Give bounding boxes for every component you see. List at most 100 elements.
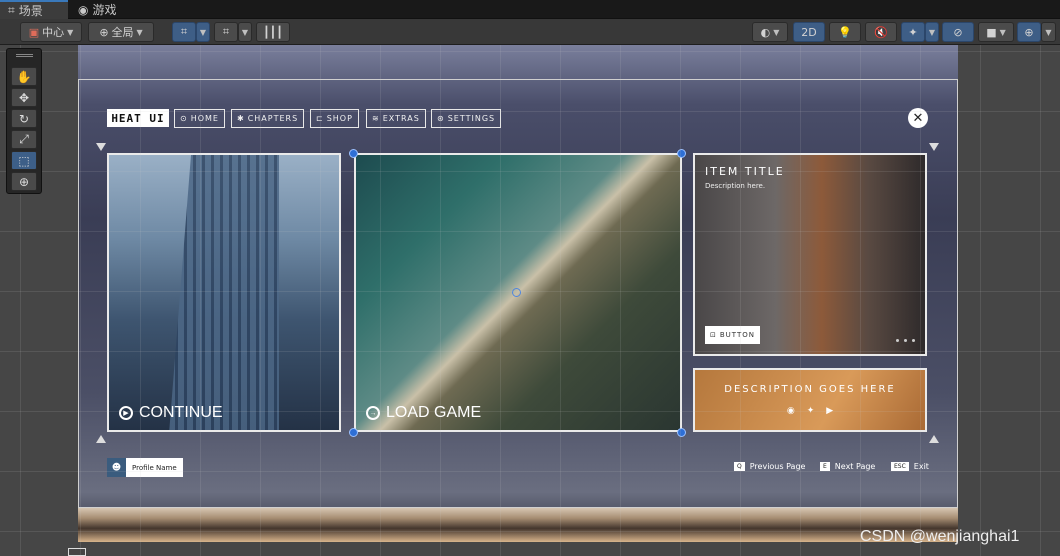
- audio-toggle[interactable]: 🔇: [865, 22, 897, 42]
- rect-icon: ⬚: [18, 153, 30, 168]
- lightbulb-icon: 💡: [838, 25, 852, 39]
- profile-widget[interactable]: ☻ Profile Name: [107, 458, 183, 477]
- key-e: E: [820, 462, 830, 471]
- effects-dropdown[interactable]: ▼: [925, 22, 939, 42]
- space-label: 全局: [111, 26, 134, 39]
- ruler-icon: ┃┃┃: [263, 25, 283, 39]
- move-tool[interactable]: ✥: [11, 88, 37, 107]
- drag-handle-icon[interactable]: [16, 54, 33, 57]
- grid-visibility-button[interactable]: ⌗: [214, 22, 238, 42]
- camera-icon: ■: [986, 25, 997, 39]
- selection-handle-top-left[interactable]: [349, 149, 358, 158]
- nav-extras[interactable]: ≋ EXTRAS: [366, 109, 426, 128]
- hidden-objects-toggle[interactable]: ⊘: [942, 22, 974, 42]
- hint-previous-page[interactable]: Q Previous Page: [734, 462, 805, 471]
- youtube-icon[interactable]: ▶: [826, 406, 833, 416]
- grid-snap-button[interactable]: ⌗: [172, 22, 196, 42]
- effects-icon: ✦: [908, 25, 918, 39]
- selection-handle-bottom-right[interactable]: [677, 428, 686, 437]
- pivot-icon: ▣: [28, 25, 40, 39]
- nav-settings[interactable]: ⊛ SETTINGS: [431, 109, 502, 128]
- effects-toggle[interactable]: ✦: [901, 22, 925, 42]
- hand-tool[interactable]: ✋: [11, 67, 37, 86]
- carousel-dot[interactable]: [904, 339, 907, 342]
- space-dropdown[interactable]: ⊕ 全局 ▼: [88, 22, 154, 42]
- continue-label: CONTINUE: [139, 404, 223, 421]
- camera-dropdown[interactable]: ■ ▼: [978, 22, 1014, 42]
- scene-view[interactable]: HEAT UI ⊙ HOME ✱ CHAPTERS ⊏ SHOP ≋ EXTRAS ⊛ S…: [0, 45, 1060, 556]
- anchor-top-right-icon[interactable]: [929, 143, 939, 151]
- item-button[interactable]: ⊡ BUTTON: [705, 326, 760, 344]
- eye-slash-icon: ⊘: [953, 25, 963, 39]
- description-text: DESCRIPTION GOES HERE: [724, 384, 896, 395]
- gamepad-icon: ◉: [78, 2, 89, 17]
- chevron-down-icon: ▼: [928, 27, 936, 37]
- close-button[interactable]: ✕: [908, 108, 928, 128]
- avatar: ☻: [107, 458, 126, 477]
- anchor-bottom-left-icon[interactable]: [96, 435, 106, 443]
- play-icon: ▶: [119, 406, 133, 420]
- watermark: CSDN @wenjianghai1: [860, 528, 1020, 545]
- grid-visibility-dropdown[interactable]: ▼: [238, 22, 252, 42]
- chevron-down-icon: ▼: [999, 27, 1006, 37]
- 2d-mode-button[interactable]: 2D: [793, 22, 825, 42]
- hint-exit[interactable]: ESC Exit: [891, 462, 929, 471]
- grid-visibility-icon: ⌗: [222, 25, 230, 38]
- continue-panel[interactable]: ▶ CONTINUE: [107, 153, 341, 432]
- shading-icon: ◐: [760, 25, 771, 39]
- hint-exit-label: Exit: [913, 462, 929, 471]
- carousel-dots[interactable]: [896, 339, 915, 342]
- settings-icon: ⊛: [437, 114, 445, 123]
- tab-scene[interactable]: ⌗ 场景: [0, 0, 68, 19]
- twitter-icon[interactable]: ✦: [807, 406, 815, 416]
- continue-title: ▶ CONTINUE: [119, 404, 223, 422]
- close-icon: ✕: [912, 110, 924, 126]
- item-panel[interactable]: ITEM TITLE Description here. ⊡ BUTTON: [693, 153, 927, 356]
- gizmos-dropdown[interactable]: ▼: [1041, 22, 1056, 42]
- rotate-tool[interactable]: ↻: [11, 109, 37, 128]
- gizmo-globe-icon: ⊕: [1024, 25, 1034, 39]
- 2d-mode-label: 2D: [801, 25, 817, 39]
- chevron-down-icon: ▼: [773, 27, 780, 37]
- tab-game-label: 游戏: [92, 3, 117, 17]
- social-links: ◉ ✦ ▶: [695, 406, 925, 416]
- lighting-toggle[interactable]: 💡: [829, 22, 861, 42]
- editor-tab-bar: ⌗ 场景 ◉ 游戏: [0, 0, 1060, 19]
- carousel-dot[interactable]: [896, 339, 899, 342]
- pivot-dropdown[interactable]: ▣ 中心 ▼: [20, 22, 82, 42]
- scale-tool[interactable]: ⤢: [11, 130, 37, 149]
- nav-shop[interactable]: ⊏ SHOP: [310, 109, 359, 128]
- grid-snap-dropdown[interactable]: ▼: [196, 22, 210, 42]
- load-game-title: → LOAD GAME: [366, 404, 481, 422]
- nav-extras-label: EXTRAS: [382, 114, 420, 123]
- anchor-top-left-icon[interactable]: [96, 143, 106, 151]
- selection-handle-top-right[interactable]: [677, 149, 686, 158]
- item-title: ITEM TITLE: [705, 165, 785, 178]
- gizmos-toggle[interactable]: ⊕: [1017, 22, 1041, 42]
- item-button-label: BUTTON: [719, 331, 755, 339]
- skyscraper-image: [169, 155, 279, 430]
- anchor-bottom-right-icon[interactable]: [929, 435, 939, 443]
- transform-tool[interactable]: ⊕: [11, 172, 37, 191]
- draw-mode-dropdown[interactable]: ◐ ▼: [752, 22, 788, 42]
- hint-next-page[interactable]: E Next Page: [820, 462, 875, 471]
- nav-home[interactable]: ⊙ HOME: [174, 109, 225, 128]
- increment-snap-button[interactable]: ┃┃┃: [256, 22, 290, 42]
- carousel-dot[interactable]: [912, 339, 915, 342]
- tool-palette: ✋ ✥ ↻ ⤢ ⬚ ⊕: [6, 48, 42, 194]
- tab-scene-label: 场景: [18, 4, 43, 18]
- selection-handle-bottom-left[interactable]: [349, 428, 358, 437]
- nav-shop-label: SHOP: [326, 114, 353, 123]
- pivot-label: 中心: [42, 26, 65, 39]
- hand-icon: ✋: [16, 69, 32, 84]
- tab-game[interactable]: ◉ 游戏: [70, 0, 146, 19]
- chevron-down-icon: ▼: [136, 27, 143, 37]
- chevron-down-icon: ▼: [1045, 27, 1052, 37]
- chevron-down-icon: ▼: [67, 27, 74, 37]
- rect-tool[interactable]: ⬚: [11, 151, 37, 170]
- description-panel[interactable]: DESCRIPTION GOES HERE ◉ ✦ ▶: [693, 368, 927, 432]
- game-logo: HEAT UI: [107, 109, 169, 127]
- nav-chapters[interactable]: ✱ CHAPTERS: [231, 109, 305, 128]
- selection-pivot[interactable]: [512, 288, 521, 297]
- discord-icon[interactable]: ◉: [787, 406, 795, 416]
